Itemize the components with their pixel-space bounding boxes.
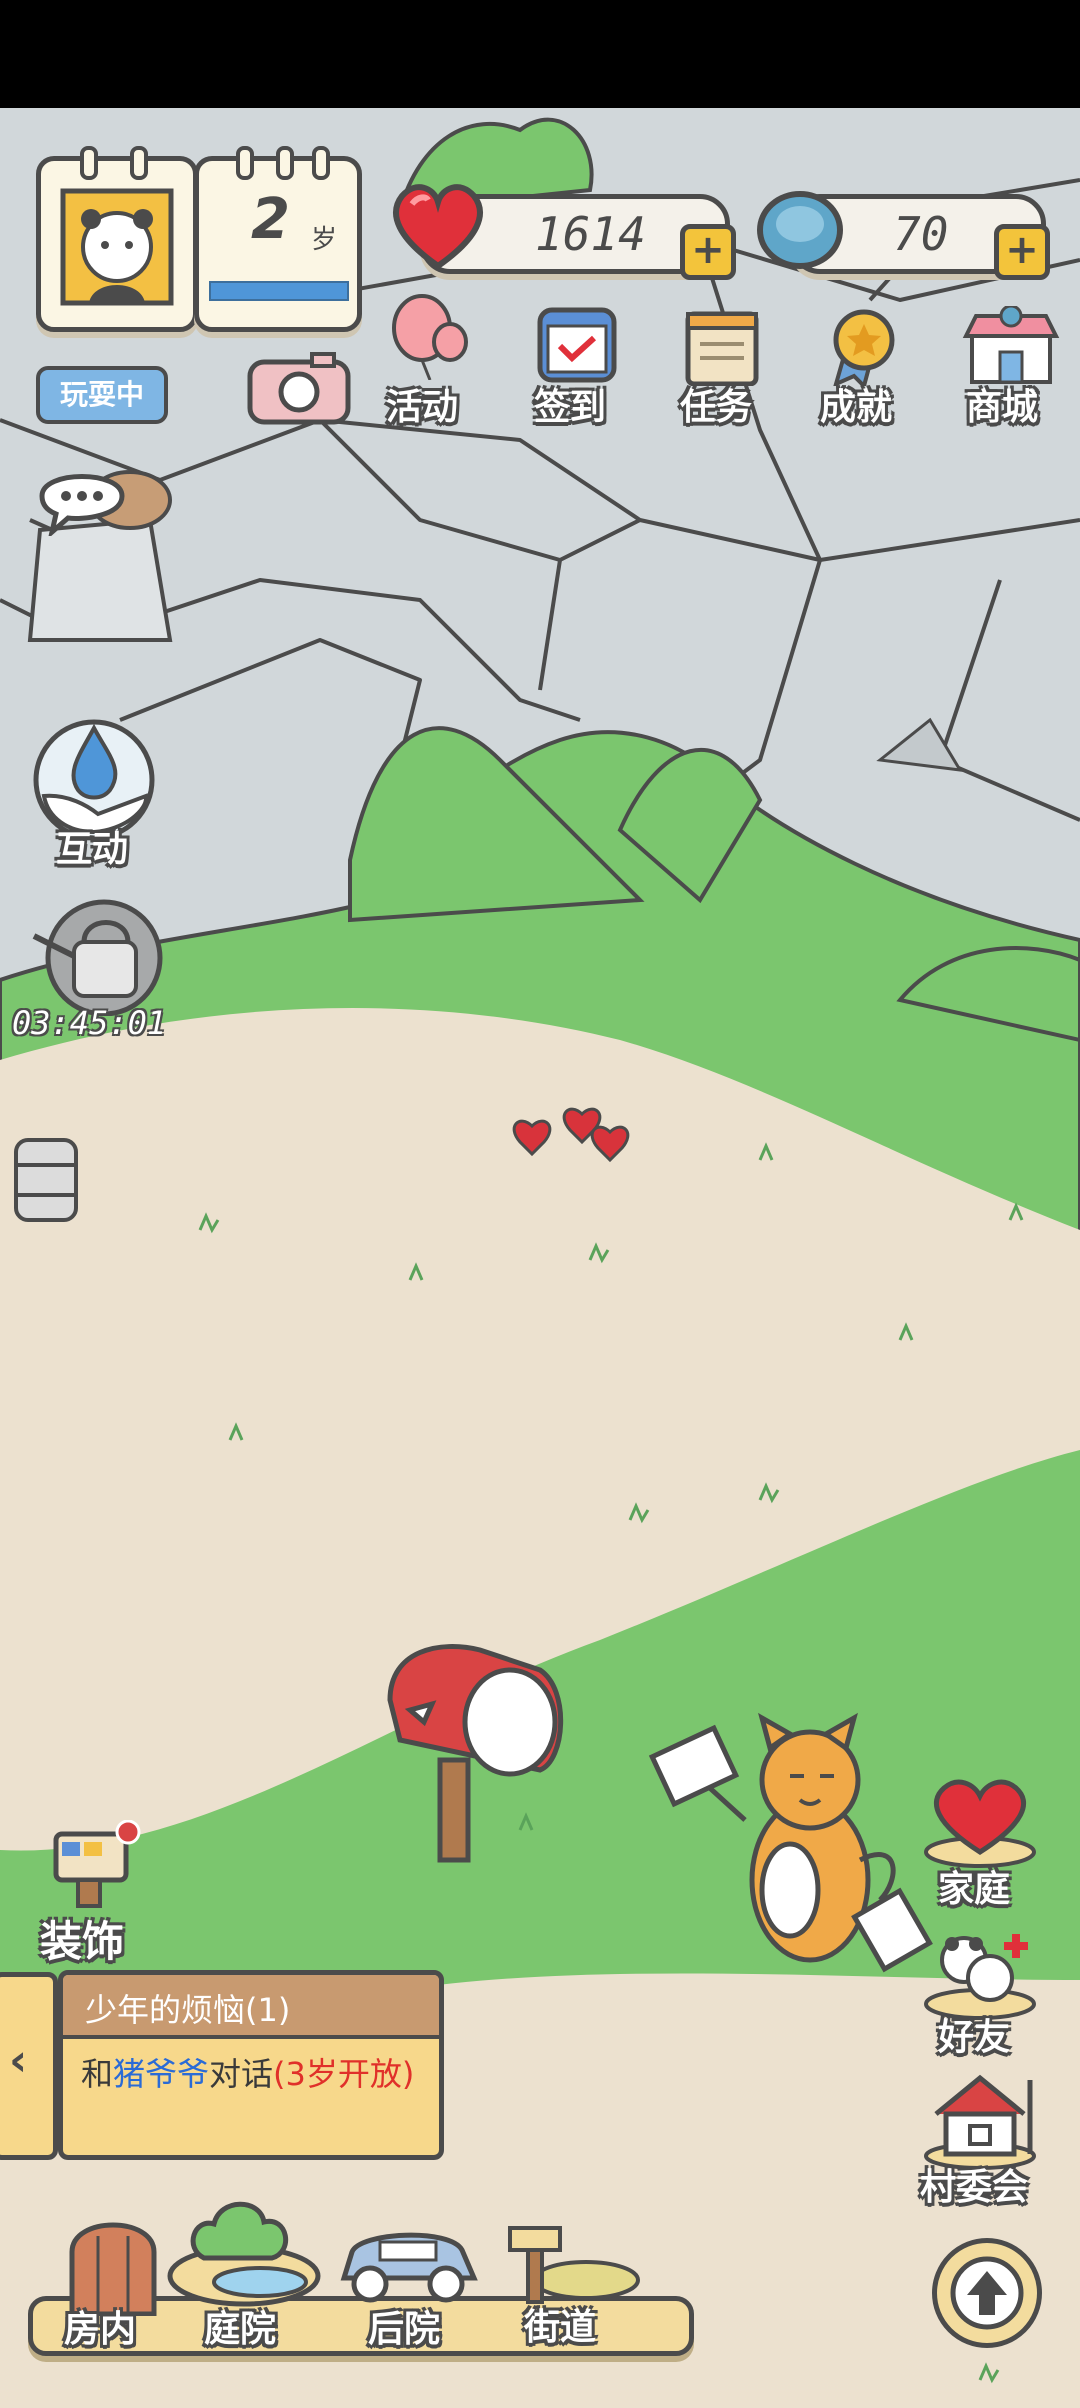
nav-backyard[interactable]: 后院 <box>330 2208 500 2356</box>
add-bottlecaps-button[interactable]: + <box>994 224 1050 280</box>
quest-npc-name: 猪爷爷 <box>113 2055 210 2093</box>
menu-checkin-label: 签到 <box>534 387 607 428</box>
paint-brush-icon <box>53 1820 141 1908</box>
interact-button[interactable]: 互动 <box>28 710 160 870</box>
yard-tree-icon <box>167 2201 321 2307</box>
camera-icon <box>247 352 351 425</box>
arrow-up-icon <box>950 2256 1024 2330</box>
menu-checkin[interactable]: 签到 <box>528 306 628 430</box>
quest-collapse-tab[interactable]: ‹ <box>0 1972 58 2160</box>
quest-description: 和猪爷爷对话(3岁开放) <box>81 2051 425 2097</box>
menu-achievements[interactable]: 成就 <box>814 306 914 430</box>
menu-activity-label: 活动 <box>386 387 459 428</box>
status-bar <box>0 0 1080 108</box>
village-committee-button[interactable]: 村委会 <box>906 2070 1056 2210</box>
nav-street-label: 街道 <box>524 2307 597 2348</box>
chat-bubble-icon <box>39 474 125 539</box>
medal-icon <box>833 309 895 386</box>
menu-shop[interactable]: 商城 <box>956 306 1066 430</box>
shop-icon <box>962 306 1060 384</box>
avatar-card[interactable] <box>36 156 198 332</box>
clipboard-icon <box>685 311 759 386</box>
menu-activity[interactable]: 活动 <box>380 290 480 430</box>
family-button[interactable]: 家庭 <box>920 1778 1040 1910</box>
bottlecap-icon <box>757 191 843 269</box>
chevron-left-icon: ‹ <box>9 2035 28 2086</box>
friends-panda-icon <box>924 1934 1036 2020</box>
hearts-value: 1614 <box>535 207 646 261</box>
menu-tasks[interactable]: 任务 <box>672 306 772 430</box>
watering-can-icon <box>32 899 163 1016</box>
village-house-icon <box>924 2074 1036 2170</box>
quest-requirement: (3岁开放) <box>273 2055 415 2093</box>
nav-yard-label: 庭院 <box>204 2309 277 2350</box>
decor-label: 装饰 <box>40 1917 125 1966</box>
menu-achievements-label: 成就 <box>820 387 893 428</box>
panda-avatar <box>60 188 174 306</box>
nav-backyard-label: 后院 <box>368 2309 441 2350</box>
nav-street[interactable]: 街道 <box>496 2218 656 2356</box>
heart-family-icon <box>924 1779 1036 1868</box>
age-card[interactable]: 2 岁 <box>194 156 362 332</box>
decor-button[interactable]: 装饰 <box>36 1820 156 1966</box>
growth-progress-bar <box>209 281 349 301</box>
heart-icon <box>393 184 483 270</box>
watering-timer: 03:45:01 <box>12 1004 167 1042</box>
village-committee-label: 村委会 <box>920 2167 1029 2208</box>
camera-button[interactable] <box>246 350 352 426</box>
nav-room-label: 房内 <box>64 2309 137 2350</box>
quest-title: 少年的烦恼(1) <box>85 1991 291 2029</box>
age-unit: 岁 <box>311 225 338 255</box>
interact-label: 互动 <box>56 829 129 870</box>
watering-can-timer[interactable]: 03:45:01 <box>10 896 190 1046</box>
family-label: 家庭 <box>938 1869 1011 1910</box>
street-sign-icon <box>508 2226 640 2304</box>
menu-tasks-label: 任务 <box>680 387 753 428</box>
add-hearts-button[interactable]: + <box>680 224 736 280</box>
quest-text-mid: 对话 <box>209 2055 274 2093</box>
car-icon <box>340 2232 478 2303</box>
chat-bubble-button[interactable] <box>32 460 132 539</box>
bottlecaps-value: 70 <box>893 207 949 261</box>
scroll-up-button[interactable] <box>932 2238 1042 2348</box>
calendar-check-icon <box>537 307 617 383</box>
status-badge: 玩耍中 <box>36 366 168 424</box>
age-number: 2 <box>251 187 290 252</box>
friends-button[interactable]: 好友 <box>920 1924 1040 2058</box>
friends-label: 好友 <box>938 2017 1011 2058</box>
menu-shop-label: 商城 <box>966 387 1039 428</box>
quest-panel[interactable]: 少年的烦恼(1) 和猪爷爷对话(3岁开放) <box>58 1970 444 2160</box>
nav-yard[interactable]: 庭院 <box>160 2188 330 2356</box>
quest-text-pre: 和 <box>81 2055 114 2093</box>
balloon-icon <box>392 294 468 380</box>
